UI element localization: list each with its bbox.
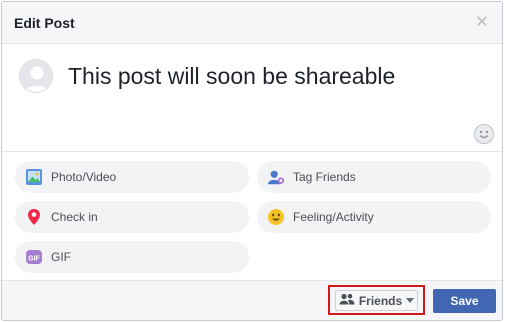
post-composer[interactable]: This post will soon be shareable	[2, 44, 502, 152]
smiley-icon	[267, 208, 285, 226]
emoji-icon[interactable]	[474, 124, 494, 144]
photo-icon	[25, 168, 43, 186]
svg-text:GIF: GIF	[28, 256, 40, 263]
tag-friends-icon	[267, 168, 285, 186]
check-in-button[interactable]: Check in	[15, 201, 249, 233]
check-in-label: Check in	[51, 210, 98, 224]
dialog-footer: Friends Save	[2, 280, 502, 320]
avatar	[19, 59, 53, 93]
edit-post-dialog: Edit Post ✕ This post will soon be share…	[1, 1, 503, 321]
save-button[interactable]: Save	[433, 289, 496, 313]
gif-icon: GIF	[25, 248, 43, 266]
tag-friends-label: Tag Friends	[293, 170, 356, 184]
dialog-title: Edit Post	[14, 14, 75, 31]
audience-label: Friends	[358, 293, 403, 308]
avatar-placeholder-icon	[20, 60, 52, 92]
chevron-down-icon	[406, 298, 415, 303]
gif-label: GIF	[51, 250, 71, 264]
audience-selector-button[interactable]: Friends	[335, 290, 418, 311]
gif-button[interactable]: GIF GIF	[15, 241, 249, 273]
post-options: Photo/Video Tag Friends Check in Feeling…	[2, 152, 502, 280]
photo-video-button[interactable]: Photo/Video	[15, 161, 249, 193]
dialog-header: Edit Post ✕	[2, 2, 502, 44]
feeling-activity-button[interactable]: Feeling/Activity	[257, 201, 491, 233]
tag-friends-button[interactable]: Tag Friends	[257, 161, 491, 193]
feeling-activity-label: Feeling/Activity	[293, 210, 374, 224]
friends-icon	[339, 292, 355, 310]
location-pin-icon	[25, 208, 43, 226]
photo-video-label: Photo/Video	[51, 170, 117, 184]
post-text[interactable]: This post will soon be shareable	[68, 63, 468, 90]
close-icon[interactable]: ✕	[474, 14, 490, 31]
